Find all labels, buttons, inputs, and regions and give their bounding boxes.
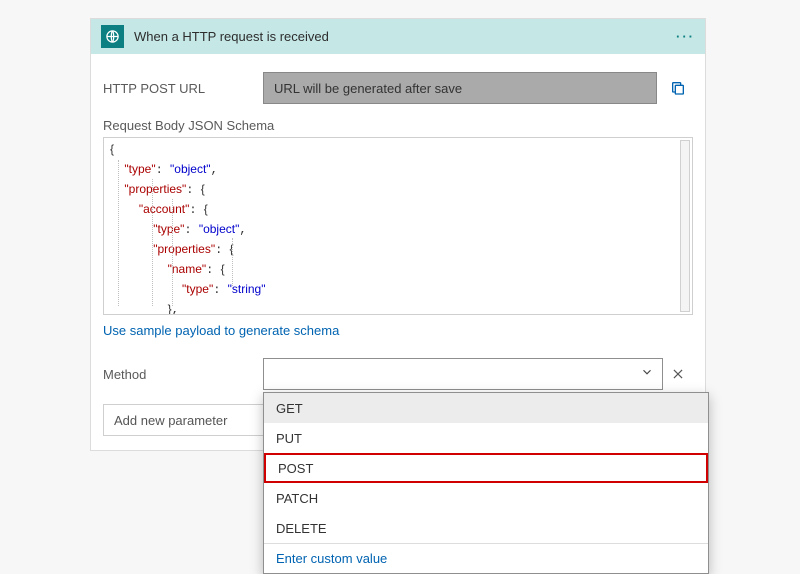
method-dropdown: GETPUTPOSTPATCHDELETEEnter custom value xyxy=(263,392,709,574)
globe-icon xyxy=(101,25,124,48)
method-option-put[interactable]: PUT xyxy=(264,423,708,453)
clear-method-button[interactable] xyxy=(663,358,693,390)
card-menu-button[interactable]: ··· xyxy=(676,29,695,44)
copy-url-button[interactable] xyxy=(663,72,693,104)
card-header[interactable]: When a HTTP request is received ··· xyxy=(91,19,705,54)
method-option-get[interactable]: GET xyxy=(264,393,708,423)
card-title: When a HTTP request is received xyxy=(134,29,676,44)
method-option-custom[interactable]: Enter custom value xyxy=(264,543,708,573)
scrollbar[interactable] xyxy=(680,140,690,312)
method-option-patch[interactable]: PATCH xyxy=(264,483,708,513)
add-parameter-label: Add new parameter xyxy=(114,413,227,428)
method-option-post[interactable]: POST xyxy=(264,453,708,483)
trigger-card: When a HTTP request is received ··· HTTP… xyxy=(90,18,706,451)
post-url-field: URL will be generated after save xyxy=(263,72,657,104)
method-label: Method xyxy=(103,367,263,382)
method-option-delete[interactable]: DELETE xyxy=(264,513,708,543)
schema-editor[interactable]: { "type": "object", "properties": { "acc… xyxy=(103,137,693,315)
schema-label: Request Body JSON Schema xyxy=(103,118,693,133)
post-url-label: HTTP POST URL xyxy=(103,81,263,96)
chevron-down-icon xyxy=(640,365,654,384)
sample-payload-link[interactable]: Use sample payload to generate schema xyxy=(103,323,339,338)
method-select[interactable] xyxy=(263,358,663,390)
